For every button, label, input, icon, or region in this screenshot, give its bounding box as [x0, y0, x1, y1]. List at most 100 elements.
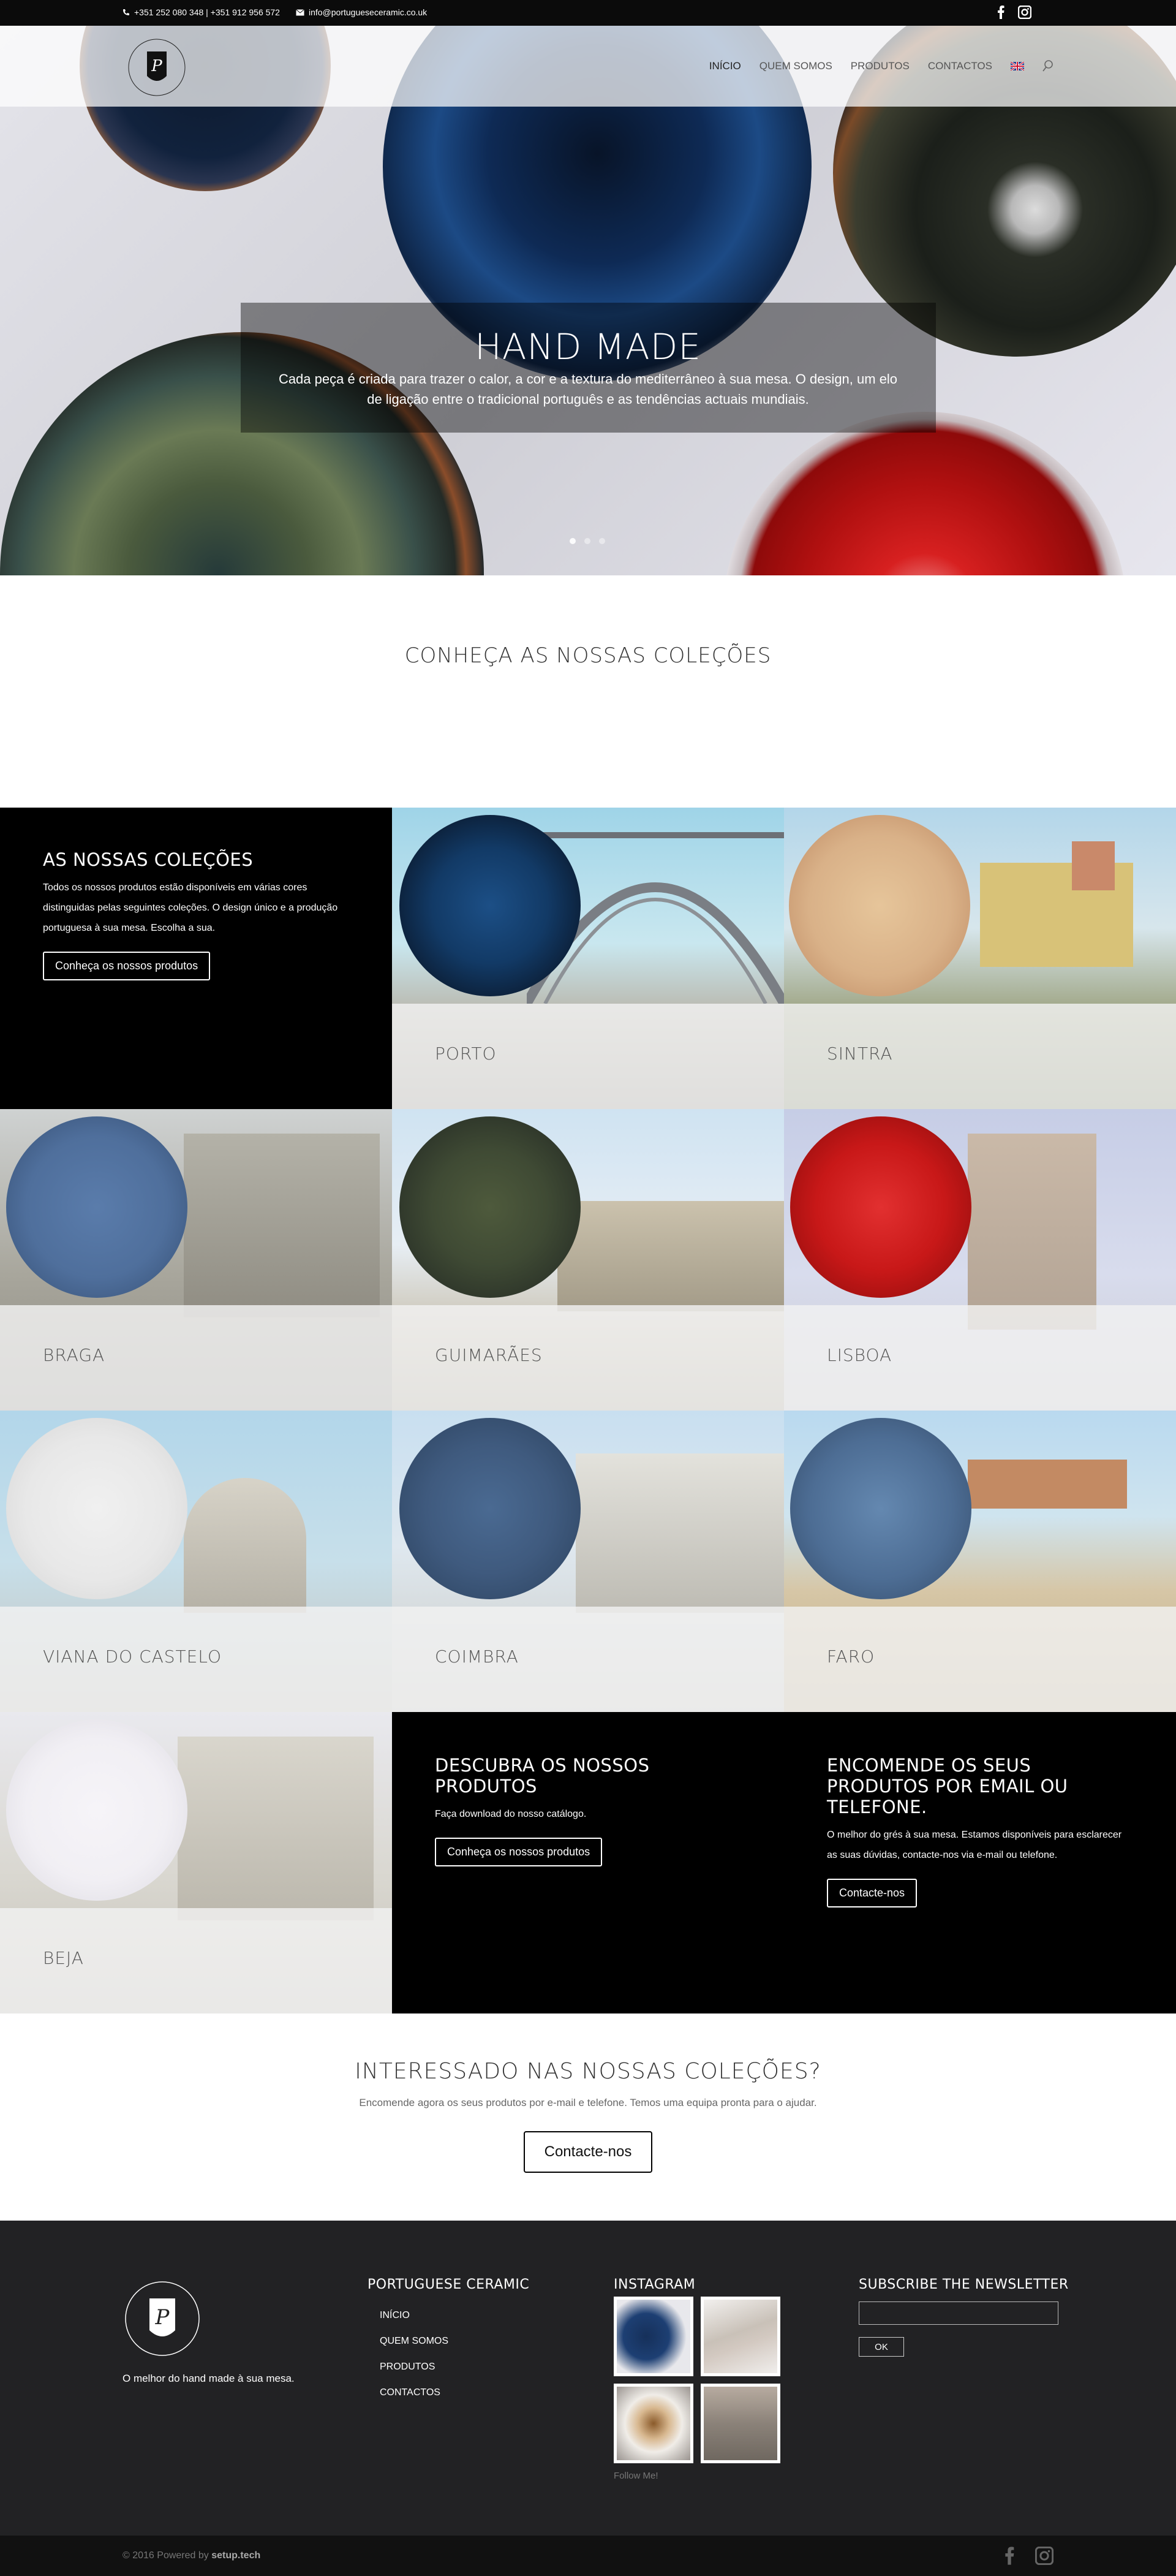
belem-tower — [968, 1134, 1096, 1330]
collection-tile-sintra[interactable]: SINTRA — [784, 808, 1176, 1109]
top-social — [997, 6, 1031, 19]
site-header: P INÍCIO QUEM SOMOS PRODUTOS CONTACTOS — [0, 26, 1176, 107]
site-logo[interactable]: P — [126, 37, 187, 98]
collection-tile-beja[interactable]: BEJA — [0, 1712, 392, 2013]
site-footer: P O melhor do hand made à sua mesa. PORT… — [0, 2221, 1176, 2536]
collections-heading: CONHEÇA AS NOSSAS COLEÇÕES — [404, 643, 772, 668]
footer-col-title: PORTUGUESE CERAMIC — [368, 2277, 530, 2292]
instagram-follow-link[interactable]: Follow Me! — [614, 2471, 658, 2481]
hero-title: HAND MADE — [475, 326, 701, 368]
footer-link-inicio[interactable]: INÍCIO — [380, 2303, 448, 2328]
bottom-social — [1005, 2547, 1054, 2565]
plate-image — [399, 1418, 581, 1599]
collection-tile-lisboa[interactable]: LISBOA — [784, 1109, 1176, 1411]
svg-text:P: P — [155, 2305, 170, 2330]
hero-text: Cada peça é criada para trazer o calor, … — [278, 371, 898, 407]
slider-dot[interactable] — [599, 538, 605, 544]
newsletter-email-field[interactable] — [859, 2301, 1058, 2325]
footer-link-contactos[interactable]: CONTACTOS — [380, 2380, 448, 2406]
discover-panel: DESCUBRA OS NOSSOS PRODUTOS Faça downloa… — [392, 1712, 784, 2013]
collection-tile-porto[interactable]: PORTO — [392, 808, 784, 1109]
discover-text: Faça download do nosso catálogo. — [435, 1809, 587, 1819]
nav-item-produtos[interactable]: PRODUTOS — [851, 60, 910, 72]
powered-by-link[interactable]: setup.tech — [211, 2550, 260, 2561]
nav-item-contactos[interactable]: CONTACTOS — [928, 60, 992, 72]
order-panel: ENCOMENDE OS SEUS PRODUTOS POR EMAIL OU … — [784, 1712, 1176, 2013]
palace-tower — [1072, 841, 1115, 890]
footer-link-quem-somos[interactable]: QUEM SOMOS — [380, 2328, 448, 2354]
collections-intro-panel: AS NOSSAS COLEÇÕES Todos os nossos produ… — [0, 808, 392, 1109]
collection-name: BEJA — [43, 1948, 84, 1968]
instagram-photo[interactable] — [614, 2384, 693, 2463]
nav-item-quem-somos[interactable]: QUEM SOMOS — [760, 60, 832, 72]
beach-house — [968, 1460, 1127, 1509]
instagram-grid — [614, 2297, 780, 2463]
collection-tile-viana-do-castelo[interactable]: VIANA DO CASTELO — [0, 1411, 392, 1712]
bottom-bar: © 2016 Powered by setup.tech — [0, 2536, 1176, 2576]
hero-slider: P INÍCIO QUEM SOMOS PRODUTOS CONTACTOS H… — [0, 26, 1176, 575]
phone-contact[interactable]: +351 252 080 348 | +351 912 956 572 — [123, 7, 280, 17]
newsletter-ok-button[interactable]: OK — [859, 2337, 904, 2357]
top-contact: +351 252 080 348 | +351 912 956 572 info… — [123, 7, 427, 17]
cathedral-facade — [184, 1134, 380, 1317]
collection-name: VIANA DO CASTELO — [43, 1646, 222, 1667]
slider-dot[interactable] — [570, 538, 576, 544]
collection-tile-braga[interactable]: BRAGA — [0, 1109, 392, 1411]
footer-links: INÍCIO QUEM SOMOS PRODUTOS CONTACTOS — [380, 2303, 448, 2406]
discover-title: DESCUBRA OS NOSSOS PRODUTOS — [435, 1755, 650, 1797]
plate-image — [6, 1719, 187, 1901]
download-catalog-button[interactable]: Conheça os nossos produtos — [435, 1838, 603, 1866]
cta-text: Encomende agora os seus produtos por e-m… — [359, 2097, 817, 2108]
plate-image — [789, 815, 970, 996]
castle-towers — [557, 1201, 784, 1311]
cta-title: INTERESSADO NAS NOSSAS COLEÇÕES? — [355, 2059, 821, 2084]
church-facade — [178, 1737, 374, 1920]
contact-button[interactable]: Contacte-nos — [827, 1879, 918, 1907]
plate-image — [6, 1116, 187, 1298]
plate-image — [790, 1418, 971, 1599]
top-bar: +351 252 080 348 | +351 912 956 572 info… — [0, 0, 1176, 26]
footer-logo[interactable]: P — [123, 2279, 202, 2358]
email-address: info@portugueseceramic.co.uk — [308, 7, 428, 17]
instagram-photo[interactable] — [701, 2384, 780, 2463]
collection-tile-faro[interactable]: FARO — [784, 1411, 1176, 1712]
email-contact[interactable]: info@portugueseceramic.co.uk — [296, 7, 427, 17]
slider-dot[interactable] — [584, 538, 590, 544]
plate-image — [6, 1418, 187, 1599]
collection-name: LISBOA — [827, 1345, 892, 1365]
collection-name: COIMBRA — [435, 1646, 519, 1667]
facebook-icon[interactable] — [997, 6, 1005, 19]
instagram-photo[interactable] — [614, 2297, 693, 2376]
phone-numbers: +351 252 080 348 | +351 912 956 572 — [134, 7, 280, 17]
uk-flag-icon[interactable] — [1011, 62, 1024, 70]
slider-dots — [570, 538, 605, 544]
search-icon[interactable] — [1042, 60, 1054, 72]
church-dome — [184, 1478, 306, 1613]
envelope-icon — [296, 9, 304, 15]
collection-tile-coimbra[interactable]: COIMBRA — [392, 1411, 784, 1712]
cta-contact-button[interactable]: Contacte-nos — [524, 2131, 652, 2173]
instagram-title: INSTAGRAM — [614, 2277, 696, 2292]
newsletter-title: SUBSCRIBE THE NEWSLETTER — [859, 2277, 1069, 2292]
collection-name: SINTRA — [827, 1044, 893, 1064]
main-nav: INÍCIO QUEM SOMOS PRODUTOS CONTACTOS — [709, 60, 1054, 72]
collections-intro-text: Todos os nossos produtos estão disponíve… — [43, 882, 338, 933]
instagram-icon[interactable] — [1018, 6, 1031, 19]
facebook-icon[interactable] — [1005, 2547, 1014, 2565]
nav-item-inicio[interactable]: INÍCIO — [709, 60, 741, 72]
collection-name: FARO — [827, 1646, 875, 1667]
order-text: O melhor do grés à sua mesa. Estamos dis… — [827, 1830, 1122, 1860]
logo-emblem-icon: P — [125, 2281, 200, 2356]
collection-name: BRAGA — [43, 1345, 105, 1365]
order-title: ENCOMENDE OS SEUS PRODUTOS POR EMAIL OU … — [827, 1755, 1068, 1817]
instagram-photo[interactable] — [701, 2297, 780, 2376]
collection-tile-guimaraes[interactable]: GUIMARÃES — [392, 1109, 784, 1411]
collection-name: GUIMARÃES — [435, 1345, 543, 1365]
footer-link-produtos[interactable]: PRODUTOS — [380, 2354, 448, 2380]
bowl-image — [723, 412, 1127, 575]
logo-emblem-icon: P — [128, 39, 186, 96]
instagram-icon[interactable] — [1035, 2547, 1054, 2565]
know-products-button[interactable]: Conheça os nossos produtos — [43, 952, 211, 980]
collections-intro-title: AS NOSSAS COLEÇÕES — [43, 849, 254, 870]
footer-tagline: O melhor do hand made à sua mesa. — [123, 2373, 295, 2384]
